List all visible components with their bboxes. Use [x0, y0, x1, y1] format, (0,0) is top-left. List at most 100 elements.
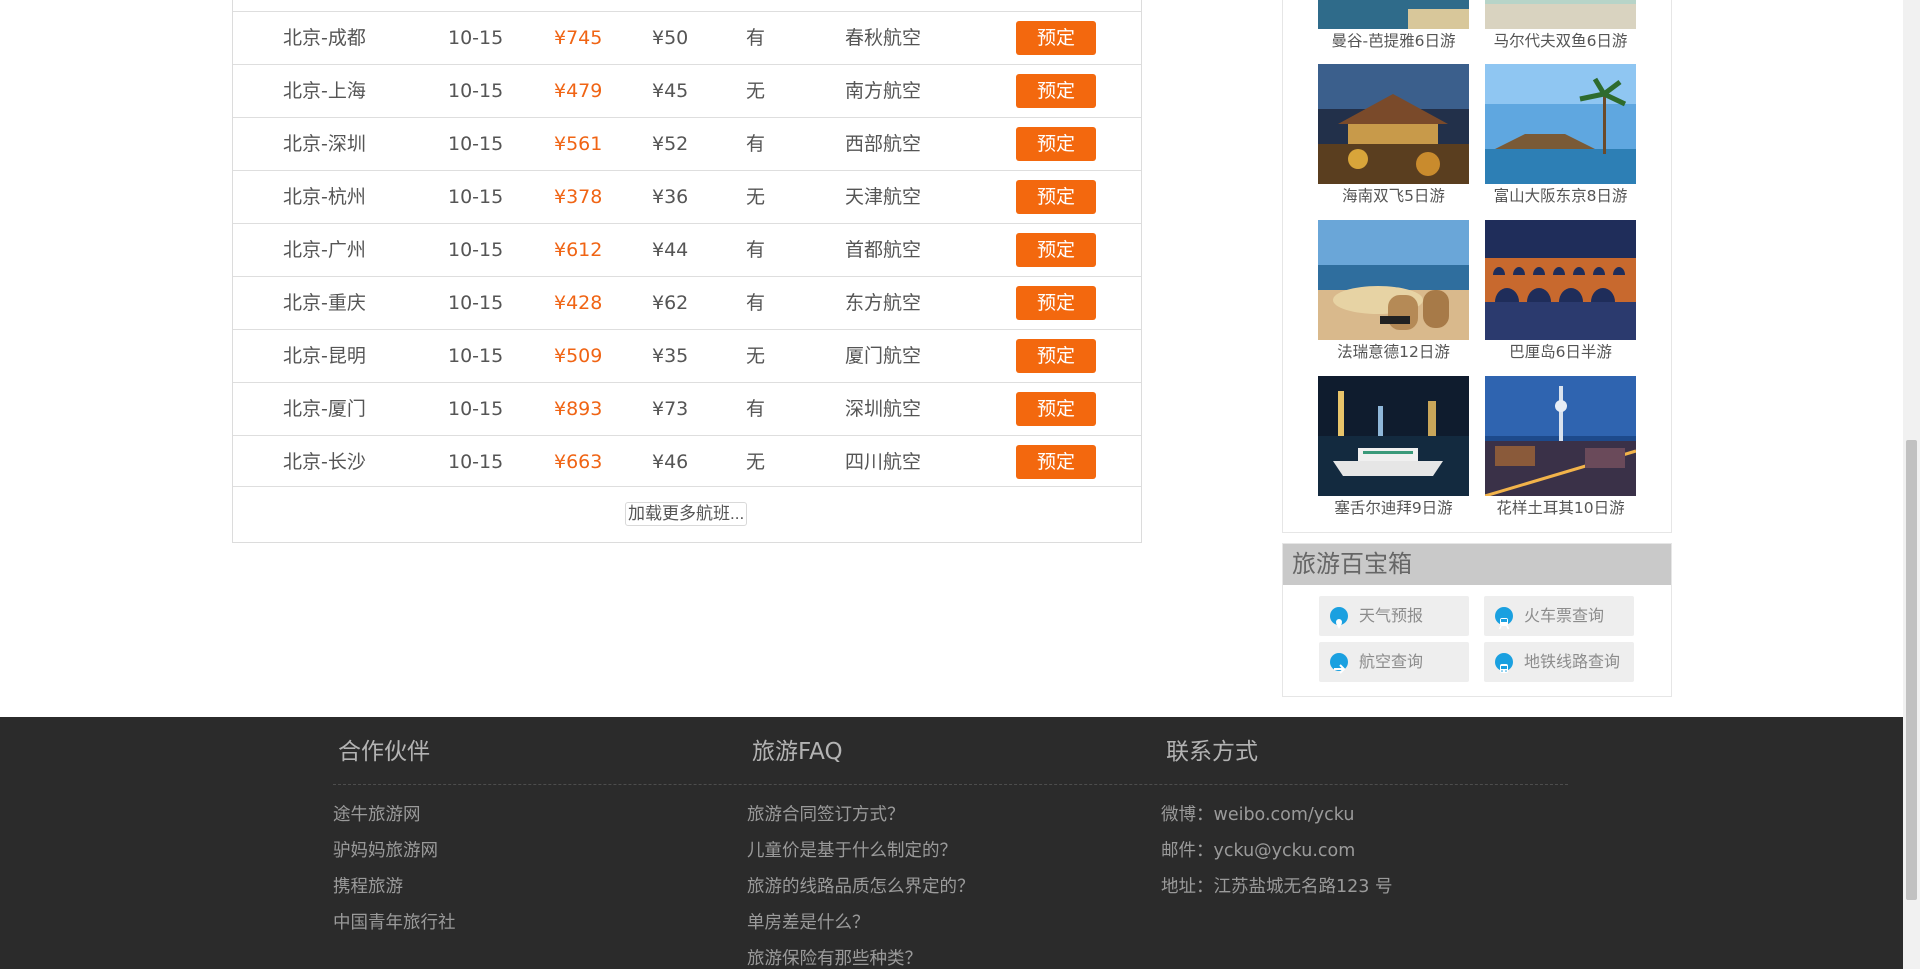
partner-link[interactable]: 携程旅游 [333, 873, 403, 898]
price-cell: ¥509 [554, 345, 603, 367]
contact-email: 邮件：ycku@ycku.com [1161, 841, 1356, 861]
meal-cell: 有 [746, 239, 766, 261]
route-cell: 北京-杭州 [283, 186, 366, 208]
flight-table: 北京-成都 10-15 ¥745 ¥50 有 春秋航空 预定 北京-上海 10-… [232, 0, 1142, 543]
date-cell: 10-15 [448, 186, 504, 208]
page-footer: 合作伙伴 途牛旅游网 驴妈妈旅游网 携程旅游 中国青年旅行社 旅游FAQ 旅游合… [0, 717, 1903, 969]
tour-card[interactable]: 法瑞意德12日游 [1318, 220, 1469, 362]
page-scrollbar[interactable] [1903, 0, 1920, 969]
tour-gallery: 曼谷-芭提雅6日游 马尔代夫双鱼6日游 海南双飞5日游 富山大阪东京8日游 法瑞… [1282, 0, 1672, 533]
tour-card[interactable]: 巴厘岛6日半游 [1485, 220, 1636, 362]
table-row: 北京-成都 10-15 ¥745 ¥50 有 春秋航空 预定 [233, 11, 1141, 64]
date-cell: 10-15 [448, 451, 504, 473]
weather-forecast-button[interactable]: 天气预报 [1319, 596, 1469, 636]
tour-caption: 巴厘岛6日半游 [1509, 343, 1612, 361]
partner-link[interactable]: 中国青年旅行社 [333, 909, 456, 934]
route-cell: 北京-深圳 [283, 133, 366, 155]
tax-cell: ¥50 [652, 27, 689, 49]
tax-cell: ¥73 [652, 398, 689, 420]
airline-cell: 天津航空 [845, 186, 922, 208]
book-button[interactable]: 预定 [1016, 74, 1096, 108]
tax-cell: ¥62 [652, 292, 689, 314]
airline-cell: 深圳航空 [845, 398, 922, 420]
price-cell: ¥428 [554, 292, 603, 314]
faq-link[interactable]: 旅游保险有那些种类？ [747, 945, 922, 969]
partner-link[interactable]: 途牛旅游网 [333, 801, 421, 826]
date-cell: 10-15 [448, 239, 504, 261]
contact-address: 地址：江苏盐城无名路123 号 [1161, 877, 1393, 897]
book-button[interactable]: 预定 [1016, 445, 1096, 479]
price-cell: ¥612 [554, 239, 603, 261]
airline-cell: 东方航空 [845, 292, 922, 314]
tool-label: 航空查询 [1359, 652, 1424, 671]
footer-divider [333, 784, 1568, 785]
book-button[interactable]: 预定 [1016, 180, 1096, 214]
meal-cell: 有 [746, 398, 766, 420]
meal-cell: 无 [746, 80, 766, 102]
table-row: 北京-杭州 10-15 ¥378 ¥36 无 天津航空 预定 [233, 170, 1141, 223]
route-cell: 北京-昆明 [283, 345, 366, 367]
book-button[interactable]: 预定 [1016, 339, 1096, 373]
table-row: 北京-昆明 10-15 ¥509 ¥35 无 厦门航空 预定 [233, 329, 1141, 382]
price-cell: ¥893 [554, 398, 603, 420]
tax-cell: ¥35 [652, 345, 689, 367]
book-button[interactable]: 预定 [1016, 392, 1096, 426]
section-title: 合作伙伴 [338, 739, 430, 765]
price-cell: ¥663 [554, 451, 603, 473]
tool-label: 地铁线路查询 [1524, 652, 1621, 671]
tour-card[interactable]: 塞舌尔迪拜9日游 [1318, 376, 1469, 518]
price-cell: ¥378 [554, 186, 603, 208]
tour-card[interactable]: 花样土耳其10日游 [1485, 376, 1636, 518]
scrollbar-thumb[interactable] [1906, 440, 1917, 900]
faq-link[interactable]: 旅游合同签订方式？ [747, 801, 905, 826]
subway-icon [1495, 653, 1513, 673]
table-row: 北京-重庆 10-15 ¥428 ¥62 有 东方航空 预定 [233, 276, 1141, 329]
tour-photo [1485, 220, 1636, 340]
tour-photo [1318, 220, 1469, 340]
toolbox-title: 旅游百宝箱 [1283, 544, 1671, 585]
tour-caption: 海南双飞5日游 [1342, 187, 1445, 205]
tour-photo [1318, 64, 1469, 184]
tour-card[interactable]: 马尔代夫双鱼6日游 [1485, 0, 1636, 51]
tour-card[interactable]: 海南双飞5日游 [1318, 64, 1469, 206]
meal-cell: 无 [746, 451, 766, 473]
flight-search-button[interactable]: 航空查询 [1319, 642, 1469, 682]
load-more-button[interactable]: 加载更多航班... [625, 502, 748, 526]
tax-cell: ¥36 [652, 186, 689, 208]
book-button[interactable]: 预定 [1016, 233, 1096, 267]
book-button[interactable]: 预定 [1016, 286, 1096, 320]
tax-cell: ¥52 [652, 133, 689, 155]
tour-card[interactable]: 富山大阪东京8日游 [1485, 64, 1636, 206]
price-cell: ¥479 [554, 80, 603, 102]
faq-link[interactable]: 儿童价是基于什么制定的？ [747, 837, 957, 862]
date-cell: 10-15 [448, 80, 504, 102]
tour-caption: 富山大阪东京8日游 [1493, 187, 1628, 205]
table-row: 北京-厦门 10-15 ¥893 ¥73 有 深圳航空 预定 [233, 382, 1141, 435]
book-button[interactable]: 预定 [1016, 127, 1096, 161]
subway-route-button[interactable]: 地铁线路查询 [1484, 642, 1634, 682]
tax-cell: ¥46 [652, 451, 689, 473]
tax-cell: ¥44 [652, 239, 689, 261]
date-cell: 10-15 [448, 398, 504, 420]
train-ticket-button[interactable]: 火车票查询 [1484, 596, 1634, 636]
date-cell: 10-15 [448, 133, 504, 155]
airline-cell: 西部航空 [845, 133, 922, 155]
meal-cell: 无 [746, 345, 766, 367]
contact-weibo: 微博：weibo.com/ycku [1161, 805, 1355, 825]
route-cell: 北京-长沙 [283, 451, 366, 473]
book-button[interactable]: 预定 [1016, 21, 1096, 55]
partner-link[interactable]: 驴妈妈旅游网 [333, 837, 438, 862]
load-more-row: 加载更多航班... [233, 486, 1141, 542]
tour-card[interactable]: 曼谷-芭提雅6日游 [1318, 0, 1469, 51]
meal-cell: 有 [746, 27, 766, 49]
tool-label: 天气预报 [1359, 606, 1424, 625]
train-icon [1495, 607, 1513, 630]
tour-photo [1485, 0, 1636, 29]
route-cell: 北京-广州 [283, 239, 366, 261]
table-row: 北京-广州 10-15 ¥612 ¥44 有 首都航空 预定 [233, 223, 1141, 276]
faq-link[interactable]: 旅游的线路品质怎么界定的？ [747, 873, 975, 898]
faq-link[interactable]: 单房差是什么？ [747, 909, 870, 934]
tour-caption: 曼谷-芭提雅6日游 [1331, 32, 1456, 50]
airline-cell: 南方航空 [845, 80, 922, 102]
section-title: 旅游FAQ [752, 739, 843, 765]
